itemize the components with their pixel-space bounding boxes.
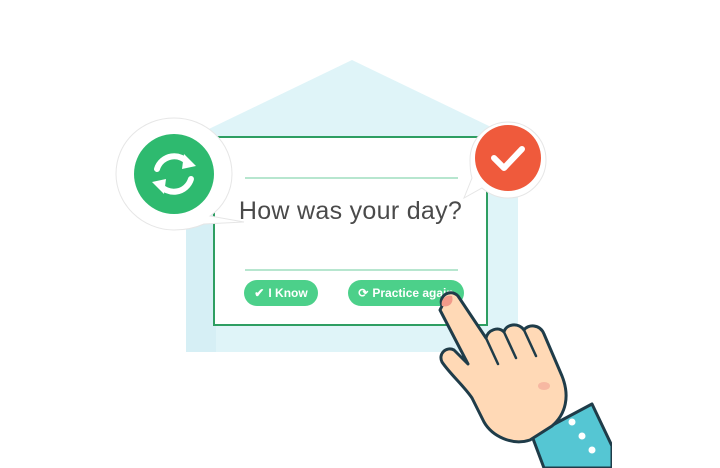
i-know-button[interactable]: ✔ I Know [244, 280, 318, 306]
card-divider-top [245, 177, 458, 179]
correct-bubble [463, 121, 547, 200]
checkmark-icon: ✔ [254, 286, 265, 300]
refresh-icon: ⟳ [358, 286, 369, 300]
pointing-hand-icon [438, 291, 612, 468]
card-question: How was your day? [238, 197, 463, 225]
refresh-bubble [115, 117, 245, 231]
card-divider-bottom [245, 269, 458, 271]
illustration: How was your day? ✔ I Know ⟳ Practice ag… [0, 0, 720, 468]
i-know-label: I Know [268, 286, 308, 300]
